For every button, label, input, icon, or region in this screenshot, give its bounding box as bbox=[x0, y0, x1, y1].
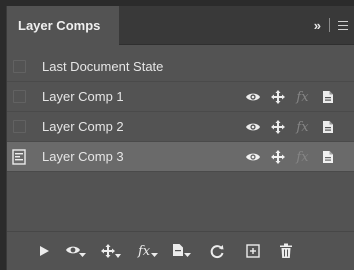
position-move-icon[interactable] bbox=[269, 89, 286, 106]
apply-comp-checkbox[interactable] bbox=[13, 60, 26, 73]
list-item-layer-comp-2[interactable]: Layer Comp 2 fx bbox=[7, 112, 354, 142]
new-comp-icon[interactable] bbox=[242, 241, 264, 261]
collapse-panel-button[interactable]: » bbox=[314, 18, 321, 33]
refresh-icon[interactable] bbox=[206, 241, 228, 261]
apply-comp-checkbox[interactable] bbox=[13, 90, 26, 103]
update-position-icon[interactable] bbox=[100, 241, 122, 261]
visibility-eye-icon[interactable] bbox=[244, 89, 261, 106]
visibility-eye-icon[interactable] bbox=[244, 119, 261, 136]
fx-style-icon[interactable]: fx bbox=[294, 119, 311, 136]
hamburger-icon[interactable] bbox=[338, 20, 348, 30]
trash-icon[interactable] bbox=[275, 241, 297, 261]
update-style-icon[interactable]: fx bbox=[137, 241, 159, 261]
panel-footer-toolbar: fx bbox=[7, 231, 354, 270]
tab-layer-comps[interactable]: Layer Comps bbox=[7, 6, 119, 45]
appearance-document-icon[interactable] bbox=[319, 89, 336, 106]
visibility-eye-icon[interactable] bbox=[244, 149, 261, 166]
tab-label: Layer Comps bbox=[18, 18, 101, 33]
play-icon[interactable] bbox=[33, 241, 55, 261]
list-item-label: Layer Comp 3 bbox=[42, 149, 124, 164]
layer-comps-panel: Layer Comps » Last Document State Layer … bbox=[6, 6, 354, 270]
list-item-last-document-state[interactable]: Last Document State bbox=[7, 52, 354, 82]
apply-comp-checkbox[interactable] bbox=[13, 120, 26, 133]
panel-tab-bar: Layer Comps » bbox=[7, 6, 354, 45]
appearance-document-icon[interactable] bbox=[319, 119, 336, 136]
position-move-icon[interactable] bbox=[269, 149, 286, 166]
list-item-layer-comp-3[interactable]: Layer Comp 3 fx bbox=[7, 142, 354, 172]
layer-comps-list: Last Document State Layer Comp 1 fx Laye… bbox=[7, 52, 354, 172]
svg-text:fx: fx bbox=[137, 244, 151, 259]
list-item-label: Layer Comp 1 bbox=[42, 89, 124, 104]
fx-style-icon[interactable]: fx bbox=[294, 89, 311, 106]
position-move-icon[interactable] bbox=[269, 119, 286, 136]
active-comp-icon[interactable] bbox=[12, 149, 26, 165]
fx-style-icon[interactable]: fx bbox=[294, 149, 311, 166]
list-item-label: Layer Comp 2 bbox=[42, 119, 124, 134]
appearance-document-icon[interactable] bbox=[319, 149, 336, 166]
divider bbox=[329, 18, 330, 32]
update-appearance-icon[interactable] bbox=[172, 241, 194, 261]
update-visibility-icon[interactable] bbox=[65, 241, 87, 261]
list-item-layer-comp-1[interactable]: Layer Comp 1 fx bbox=[7, 82, 354, 112]
list-item-label: Last Document State bbox=[42, 59, 164, 74]
